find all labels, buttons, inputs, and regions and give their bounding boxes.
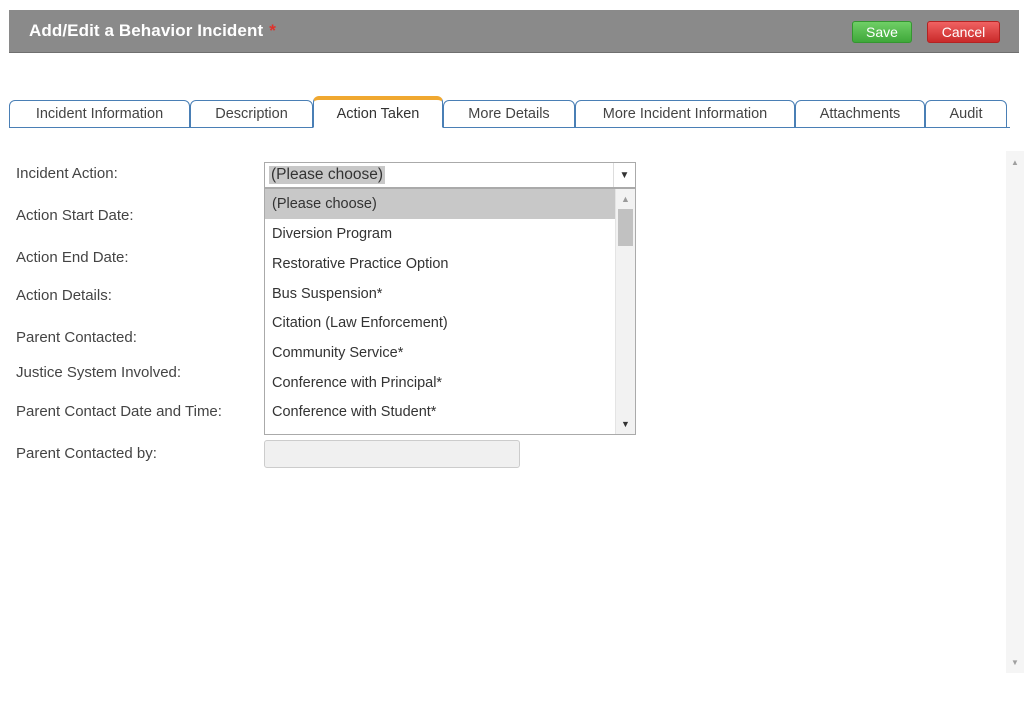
dialog-title-text: Add/Edit a Behavior Incident bbox=[29, 21, 264, 40]
parent-contacted-label: Parent Contacted: bbox=[16, 329, 137, 346]
tab-bar: Incident Information Description Action … bbox=[9, 96, 1010, 128]
page-scrollbar[interactable]: ▲ ▼ bbox=[1006, 151, 1024, 673]
dropdown-option[interactable]: Restorative Practice Option bbox=[265, 249, 616, 279]
dropdown-option[interactable]: (Please choose) bbox=[265, 189, 616, 219]
required-marker: * bbox=[269, 21, 276, 40]
action-end-date-label: Action End Date: bbox=[16, 249, 129, 266]
scroll-down-arrow-icon[interactable]: ▼ bbox=[1006, 655, 1024, 669]
save-button[interactable]: Save bbox=[852, 21, 912, 43]
tab-more-details[interactable]: More Details bbox=[443, 100, 575, 128]
tab-action-taken[interactable]: Action Taken bbox=[313, 96, 443, 128]
dropdown-option[interactable]: Community Service* bbox=[265, 338, 616, 368]
justice-system-involved-label: Justice System Involved: bbox=[16, 364, 182, 381]
parent-contact-date-time-label: Parent Contact Date and Time: bbox=[16, 403, 222, 420]
caret-down-icon[interactable]: ▼ bbox=[613, 163, 635, 187]
action-details-label: Action Details: bbox=[16, 287, 112, 304]
dropdown-scrollbar[interactable]: ▲ ▼ bbox=[615, 189, 635, 434]
scroll-down-arrow-icon[interactable]: ▼ bbox=[616, 416, 635, 432]
scroll-up-arrow-icon[interactable]: ▲ bbox=[1006, 155, 1024, 169]
dropdown-option[interactable]: Citation (Law Enforcement) bbox=[265, 308, 616, 338]
dropdown-option[interactable]: Diversion Program bbox=[265, 219, 616, 249]
parent-contacted-by-label: Parent Contacted by: bbox=[16, 445, 157, 462]
parent-contacted-by-input[interactable] bbox=[264, 440, 520, 468]
tab-audit[interactable]: Audit bbox=[925, 100, 1007, 128]
dropdown-option[interactable]: Conference with Principal* bbox=[265, 368, 616, 398]
action-start-date-label: Action Start Date: bbox=[16, 207, 134, 224]
incident-action-dropdown-list: (Please choose) Diversion Program Restor… bbox=[264, 188, 636, 435]
dropdown-option[interactable]: Conference with Student* bbox=[265, 397, 616, 427]
tab-description[interactable]: Description bbox=[190, 100, 313, 128]
incident-action-selected-value: (Please choose) bbox=[269, 166, 386, 184]
incident-action-select[interactable]: (Please choose) ▼ bbox=[264, 162, 636, 188]
dropdown-scroll-thumb[interactable] bbox=[618, 209, 633, 246]
tab-attachments[interactable]: Attachments bbox=[795, 100, 925, 128]
dialog-title: Add/Edit a Behavior Incident * bbox=[29, 21, 276, 41]
dropdown-option[interactable]: Bus Suspension* bbox=[265, 279, 616, 309]
dialog-header: Add/Edit a Behavior Incident * Save Cance… bbox=[9, 10, 1019, 53]
cancel-button[interactable]: Cancel bbox=[927, 21, 1000, 43]
tab-incident-information[interactable]: Incident Information bbox=[9, 100, 190, 128]
incident-action-label: Incident Action: bbox=[16, 165, 118, 182]
scroll-up-arrow-icon[interactable]: ▲ bbox=[616, 191, 635, 207]
tab-more-incident-information[interactable]: More Incident Information bbox=[575, 100, 795, 128]
